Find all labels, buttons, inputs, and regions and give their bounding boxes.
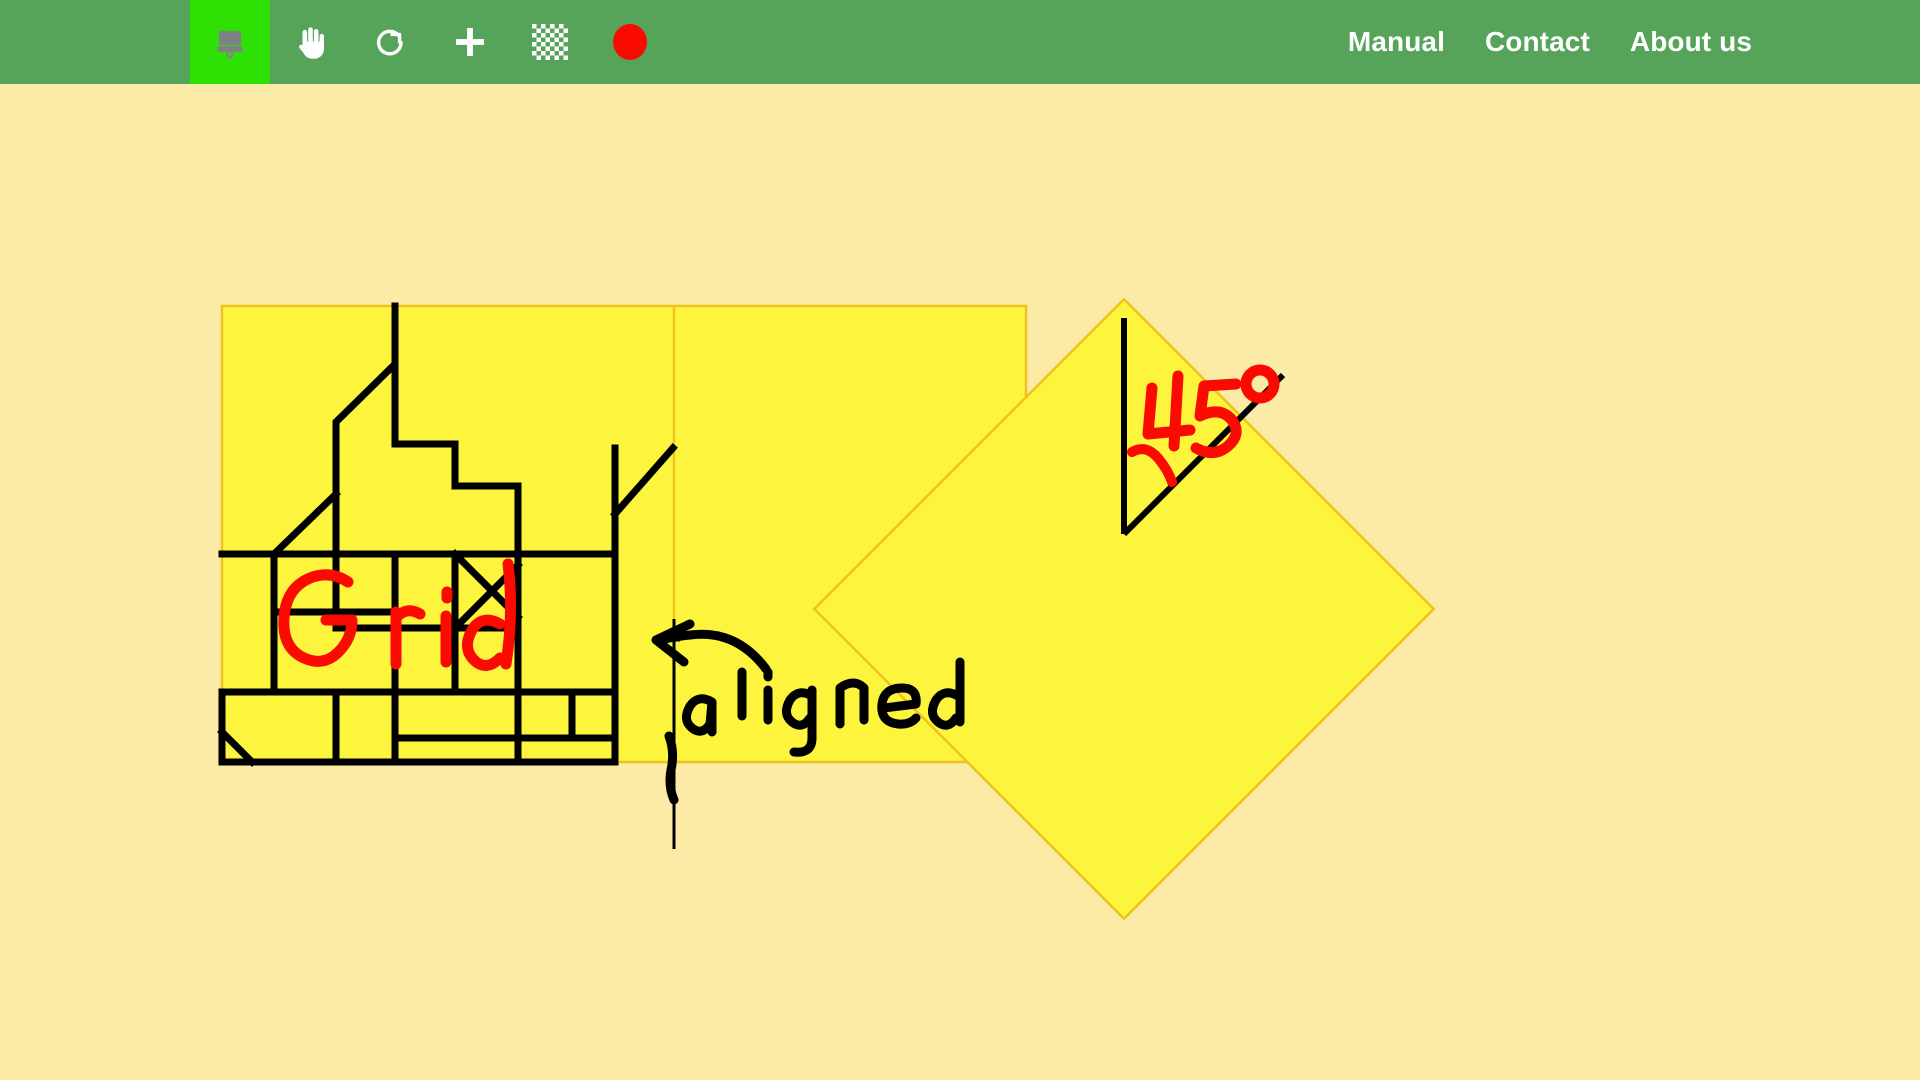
tool-button-add[interactable] [430, 0, 510, 84]
tool-button-redo[interactable] [350, 0, 430, 84]
alignment-guide-ink-blob [664, 731, 679, 805]
tool-button-pan[interactable] [270, 0, 350, 84]
nav-link-manual[interactable]: Manual [1348, 26, 1445, 58]
grid-letter-i [440, 586, 453, 668]
tool-button-brush[interactable] [190, 0, 270, 84]
canvas-artboard[interactable] [0, 84, 1920, 1080]
paint-brush-icon [217, 31, 243, 59]
record-dot-icon [613, 24, 647, 60]
nav-link-contact[interactable]: Contact [1485, 26, 1590, 58]
tool-button-transparency[interactable] [510, 0, 590, 84]
degree-symbol-icon [1240, 364, 1280, 404]
app-toolbar: Manual Contact About us [0, 0, 1920, 84]
checkerboard-icon [532, 24, 568, 60]
redo-icon [376, 29, 403, 56]
tool-button-record[interactable] [590, 0, 670, 84]
hand-icon [299, 27, 324, 59]
toolbar-left-spacer [0, 0, 190, 84]
top-navigation: Manual Contact About us [1348, 0, 1920, 84]
drawing-canvas-area[interactable] [0, 84, 1920, 1080]
nav-link-about-us[interactable]: About us [1630, 26, 1752, 58]
plus-icon [456, 28, 484, 56]
